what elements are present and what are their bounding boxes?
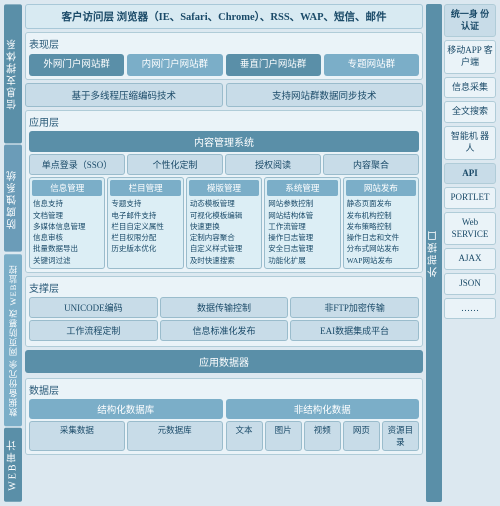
support-title: 支撑层: [29, 280, 419, 295]
support-box-ftp: 非FTP加密传输: [290, 297, 419, 318]
func-mod-xitong-title: 系统管理: [267, 180, 337, 196]
top-bar: 客户访问层 浏览器（IE、Safari、Chrome）、RSS、WAP、短信、邮…: [25, 4, 423, 29]
data-layer-title: 数据层: [29, 382, 419, 397]
right-items-col: 统一身 份认证 移动APP 客户端 信息采集 全文搜索 智能机 器人 API P…: [444, 4, 496, 502]
app-layer-title: 应用层: [29, 114, 419, 129]
right-item-ajax: AJAX: [444, 248, 496, 270]
data-sub-text: 文本: [226, 421, 263, 451]
func-mod-fabu-title: 网站发布: [346, 180, 416, 196]
func-mod-fabu-items: 静态页面发布发布机构控制发布策略控制操作日志和文件分布式网站发布WAP网站发布: [346, 198, 416, 266]
support-layer: 支撑层 UNICODE编码 数据传输控制 非FTP加密传输 工作流程定制 信息标…: [25, 276, 423, 347]
data-layer: 数据层 结构化数据库 非结构化数据 采集数据 元数据库 文本 图片 视频 网页 …: [25, 378, 423, 455]
support-box-unicode: UNICODE编码: [29, 297, 158, 318]
page-container: 信息支撑体系 防腐蚀系统 数据备份冗余 网页防篡改 WEB监控 WEB审计 客户…: [0, 0, 500, 506]
support-row-2: 工作流程定制 信息标准化发布 EAI数据集成平台: [29, 320, 419, 341]
tech-box-1: 基于多线程压缩编码技术: [25, 83, 223, 107]
support-row-1: UNICODE编码 数据传输控制 非FTP加密传输: [29, 297, 419, 318]
right-item-search: 全文搜索: [444, 101, 496, 123]
data-types-row: 结构化数据库 非结构化数据: [29, 399, 419, 419]
left-label-web: WEB审计: [4, 428, 22, 502]
func-mod-xinxi-title: 信息管理: [32, 180, 102, 196]
func-mod-xinxi: 信息管理 信息支持文档管理多媒体信息管理信息审核批量数据导出关键词过滤: [29, 177, 105, 269]
func-mod-fabu: 网站发布 静态页面发布发布机构控制发布策略控制操作日志和文件分布式网站发布WAP…: [343, 177, 419, 269]
biaoxi-box-1: 外网门户网站群: [29, 54, 124, 76]
right-item-json: JSON: [444, 273, 496, 295]
right-item-robot: 智能机 器人: [444, 126, 496, 159]
app-mod-2: 个性化定制: [127, 154, 223, 175]
right-item-more: ……: [444, 298, 496, 320]
left-label-fangfu: 防腐蚀系统: [4, 145, 22, 252]
right-item-portlet: PORTLET: [444, 187, 496, 209]
tech-row: 基于多线程压缩编码技术 支持网站群数据同步技术: [25, 83, 423, 107]
data-sub-left: 采集数据 元数据库: [29, 421, 223, 451]
data-sub-row: 采集数据 元数据库 文本 图片 视频 网页 资源目录: [29, 421, 419, 451]
left-labels: 信息支撑体系 防腐蚀系统 数据备份冗余 网页防篡改 WEB监控 WEB审计: [4, 4, 22, 502]
right-label: 外部接口: [426, 4, 442, 502]
biaoxian-boxes: 外网门户网站群 内网门户网站群 垂直门户网站群 专题网站群: [29, 54, 419, 76]
left-label-shuju: 数据备份冗余 网页防篡改 WEB监控: [4, 254, 22, 426]
func-mod-xinxi-items: 信息支持文档管理多媒体信息管理信息审核批量数据导出关键词过滤: [32, 198, 102, 266]
data-sub-yuan: 元数据库: [127, 421, 223, 451]
support-box-eai: EAI数据集成平台: [290, 320, 419, 341]
app-mod-4: 内容聚合: [323, 154, 419, 175]
data-sub-web: 网页: [343, 421, 380, 451]
func-modules: 信息管理 信息支持文档管理多媒体信息管理信息审核批量数据导出关键词过滤 栏目管理…: [29, 177, 419, 269]
main-content: 客户访问层 浏览器（IE、Safari、Chrome）、RSS、WAP、短信、邮…: [25, 4, 423, 502]
func-mod-moban-items: 动态模板管理可视化模板编辑快速更换定制内容聚合自定义样式管理及时快速搜索: [189, 198, 259, 266]
cms-box: 内容管理系统: [29, 131, 419, 152]
data-box-unstructured: 非结构化数据: [226, 399, 420, 419]
app-mod-1: 单点登录（SSO）: [29, 154, 125, 175]
data-sub-img: 图片: [265, 421, 302, 451]
data-box-structured: 结构化数据库: [29, 399, 223, 419]
func-mod-lanmu-title: 栏目管理: [110, 180, 180, 196]
right-item-caiji: 信息采集: [444, 77, 496, 99]
func-mod-moban-title: 模版管理: [189, 180, 259, 196]
func-mod-lanmu: 栏目管理 专题支持电子邮件支持栏目自定义属性栏目权限分配历史版本优化: [107, 177, 183, 269]
support-box-workflow: 工作流程定制: [29, 320, 158, 341]
left-label-xinxi: 信息支撑体系: [4, 4, 22, 143]
func-mod-moban: 模版管理 动态模板管理可视化模板编辑快速更换定制内容聚合自定义样式管理及时快速搜…: [186, 177, 262, 269]
biaoxi-box-4: 专题网站群: [324, 54, 419, 76]
support-box-info: 信息标准化发布: [160, 320, 289, 341]
biaoxi-box-3: 垂直门户网站群: [226, 54, 321, 76]
func-mod-xitong: 系统管理 网站参数控制网站结构体管工作流管理操作日志管理安全日志管理功能化扩展: [264, 177, 340, 269]
support-box-data: 数据传输控制: [160, 297, 289, 318]
right-item-webservice: Web SERVICE: [444, 212, 496, 245]
data-sub-video: 视频: [304, 421, 341, 451]
biaoxian-layer: 表现层 外网门户网站群 内网门户网站群 垂直门户网站群 专题网站群: [25, 32, 423, 80]
data-sub-caiji: 采集数据: [29, 421, 125, 451]
tech-box-2: 支持网站群数据同步技术: [226, 83, 424, 107]
biaoxi-box-2: 内网门户网站群: [127, 54, 222, 76]
data-sub-res: 资源目录: [382, 421, 419, 451]
data-engine: 应用数据器: [25, 350, 423, 373]
app-layer: 应用层 内容管理系统 单点登录（SSO） 个性化定制 授权阅读 内容聚合 信息管…: [25, 110, 423, 273]
right-item-app: 移动APP 客户端: [444, 40, 496, 73]
biaoxian-title: 表现层: [29, 36, 419, 51]
func-mod-lanmu-items: 专题支持电子邮件支持栏目自定义属性栏目权限分配历史版本优化: [110, 198, 180, 254]
right-item-api: API: [444, 163, 496, 185]
func-mod-xitong-items: 网站参数控制网站结构体管工作流管理操作日志管理安全日志管理功能化扩展: [267, 198, 337, 266]
app-mod-3: 授权阅读: [225, 154, 321, 175]
right-item-shenfen: 统一身 份认证: [444, 4, 496, 37]
data-sub-right: 文本 图片 视频 网页 资源目录: [226, 421, 420, 451]
right-panel: 外部接口 统一身 份认证 移动APP 客户端 信息采集 全文搜索 智能机 器人 …: [426, 4, 496, 502]
app-modules: 单点登录（SSO） 个性化定制 授权阅读 内容聚合: [29, 154, 419, 175]
